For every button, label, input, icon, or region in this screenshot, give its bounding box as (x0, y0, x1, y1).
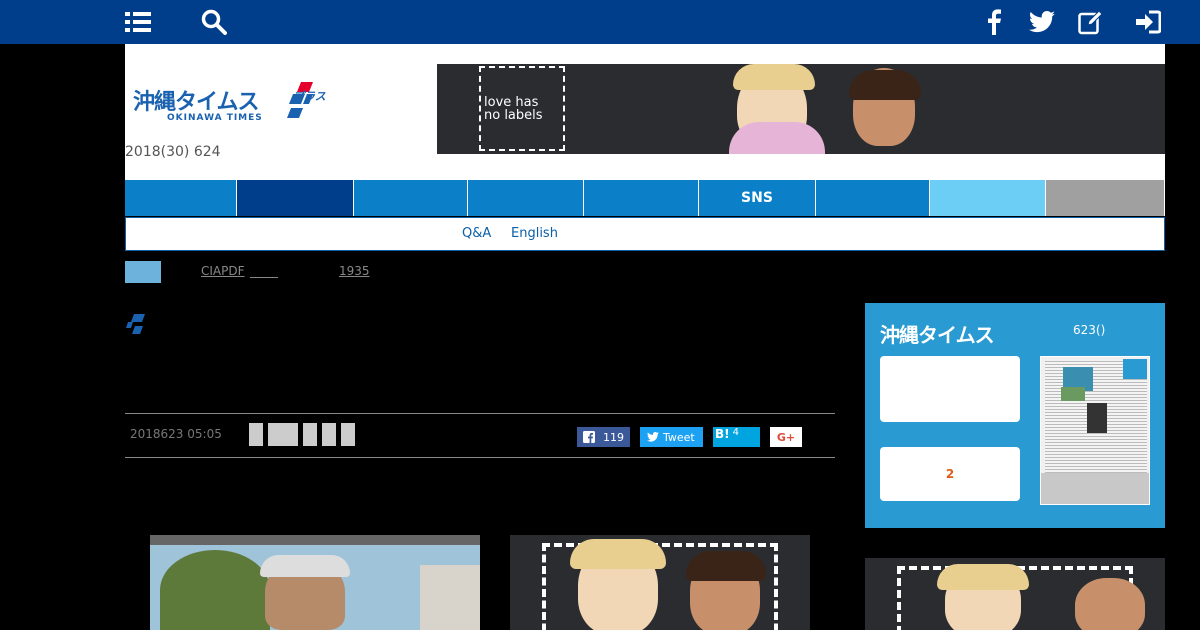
article-mark-icon (126, 314, 145, 334)
hatena-label: B! (715, 427, 730, 441)
paper-masthead (1123, 359, 1147, 379)
nav-item[interactable] (1046, 180, 1165, 216)
nav-item[interactable] (468, 180, 584, 216)
font-size-button[interactable] (341, 423, 355, 446)
font-size-controls (249, 423, 355, 446)
banner-slogan: love has no labels (484, 95, 543, 123)
sidebar-date: 623() (1073, 323, 1106, 337)
font-size-button[interactable] (249, 423, 263, 446)
google-plus-button[interactable]: G+ (770, 427, 802, 447)
main-nav: SNS (125, 180, 1165, 216)
paper-photo-2 (1087, 403, 1107, 433)
issue-date: 2018(30) 624 (125, 144, 221, 160)
sub-nav: Q&A English (125, 217, 1165, 251)
meta-divider-top (125, 413, 835, 414)
facebook-icon (583, 431, 595, 443)
tag-link-1935[interactable]: 1935 (339, 264, 370, 278)
search-icon[interactable] (200, 8, 228, 36)
sidebar-ad-child-hair (937, 564, 1029, 590)
tweet-button[interactable]: Tweet (640, 427, 703, 447)
article-date: 2018623 05:05 (130, 427, 222, 441)
meta-divider-bottom (125, 457, 835, 458)
sidebar-button-2-label: 2 (945, 467, 955, 481)
photo-tree (160, 550, 270, 630)
banner-child-shirt (729, 122, 825, 154)
ad-thumbnail[interactable] (510, 535, 810, 630)
sidebar-ad[interactable] (865, 558, 1165, 630)
paper-bottom-ad (1041, 473, 1149, 504)
twitter-icon[interactable] (1028, 8, 1056, 36)
sidebar-ad-child-2 (1075, 578, 1145, 630)
facebook-share-button[interactable]: 119 (577, 427, 630, 447)
nav-item[interactable] (584, 180, 699, 216)
nav-item[interactable]: SNS (699, 180, 816, 216)
facebook-icon[interactable] (980, 8, 1008, 36)
logo-plus: プラス (293, 90, 326, 103)
nav-item[interactable] (816, 180, 930, 216)
hatena-bookmark-button[interactable]: B! 4 (713, 427, 760, 447)
facebook-share-count: 119 (603, 430, 624, 444)
google-plus-label: G+ (776, 430, 796, 444)
photo-person-hair (260, 555, 350, 577)
tweet-label: Tweet (663, 430, 695, 444)
nav-item[interactable] (125, 180, 237, 216)
font-size-button[interactable] (322, 423, 336, 446)
menu-list-icon[interactable] (124, 8, 152, 36)
banner-child-hair-2 (733, 64, 815, 90)
sidebar-button-2[interactable]: 2 (880, 447, 1020, 501)
hatena-count: 4 (732, 427, 739, 438)
sidebar-button-1[interactable] (880, 356, 1020, 422)
ad-banner[interactable]: love has no labels (437, 64, 1165, 154)
logo-title: 沖縄タイムス (133, 90, 260, 115)
newspaper-thumbnail[interactable] (1040, 356, 1150, 505)
site-logo[interactable]: 沖縄タイムス プラス OKINAWA TIMES (133, 80, 333, 130)
category-tag[interactable] (125, 261, 161, 283)
font-size-button[interactable] (303, 423, 317, 446)
article-photo[interactable] (150, 535, 480, 630)
nav-item[interactable] (930, 180, 1046, 216)
ad-child-hair (570, 539, 666, 569)
nav-item[interactable] (237, 180, 354, 216)
newspaper-sidebar: 沖縄タイムス 623() 2 (865, 303, 1165, 528)
qa-link[interactable]: Q&A (462, 226, 491, 241)
banner-child-hair (849, 70, 921, 100)
nav-item[interactable] (354, 180, 468, 216)
logo-english: OKINAWA TIMES (167, 113, 263, 123)
tag-underline (250, 277, 278, 278)
ad-child-2-hair (686, 551, 766, 581)
twitter-icon (647, 432, 659, 442)
font-size-button[interactable] (268, 423, 298, 446)
english-link[interactable]: English (511, 226, 558, 241)
edit-icon[interactable] (1077, 8, 1105, 36)
login-icon[interactable] (1134, 8, 1162, 36)
top-bar (0, 0, 1200, 44)
site-header: 沖縄タイムス プラス OKINAWA TIMES 2018(30) 624 lo… (125, 44, 1165, 180)
sidebar-title: 沖縄タイムス (880, 323, 995, 347)
tag-link-ciapdf[interactable]: CIAPDF (201, 264, 245, 278)
paper-photo-3 (1061, 387, 1085, 401)
photo-building (420, 565, 480, 630)
